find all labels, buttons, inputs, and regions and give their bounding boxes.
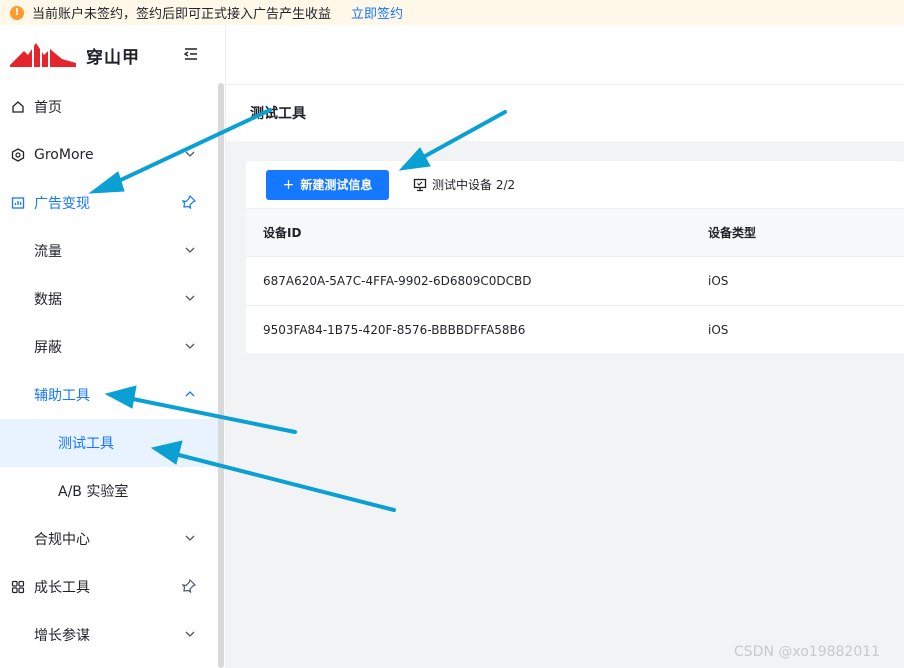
card-toolbar: + 新建测试信息 测试中设备 2/2 [246,161,904,209]
warning-icon: ! [10,5,24,20]
test-device-card: + 新建测试信息 测试中设备 2/2 设备ID 设备类型 687A620A-5A… [246,161,904,355]
device-status-text: 测试中设备 2/2 [432,178,516,192]
button-label: 新建测试信息 [300,178,373,192]
menu-item-gromore[interactable]: GroMore [0,131,218,179]
device-type-cell: iOS [708,274,729,288]
page-title: 测试工具 [226,85,904,141]
chevron-down-icon [185,247,195,253]
chevron-down-icon [185,295,195,301]
home-icon [10,99,26,115]
chevron-down-icon [185,631,195,637]
device-id-cell: 687A620A-5A7C-4FFA-9902-6D6809C0DCBD [263,274,532,288]
table-row: 687A620A-5A7C-4FFA-9902-6D6809C0DCBD iOS [246,257,904,306]
menu-item-test-tools[interactable]: 测试工具 [0,419,218,467]
menu-label: A/B 实验室 [58,484,129,500]
menu-item-ab-lab[interactable]: A/B 实验室 [0,467,218,515]
sign-contract-link[interactable]: 立即签约 [351,3,403,22]
main-content: 测试工具 + 新建测试信息 测试中设备 2/2 设备ID 设备类型 687A62… [226,25,904,668]
notice-text: 当前账户未签约，签约后即可正式接入广告产生收益 [32,7,332,22]
menu-label: 测试工具 [58,436,114,452]
brand-name: 穿山甲 [86,47,140,68]
sidebar: 穿山甲 首页 GroMore 广告变现 流量 数据 屏蔽 辅助工具 测试工具 A… [0,25,226,668]
menu-label: 首页 [34,100,62,116]
pin-icon[interactable] [181,578,197,594]
top-header [226,25,904,85]
menu-label: 数据 [34,292,62,308]
menu-label: 流量 [34,244,62,260]
menu-item-growth-tools[interactable]: 成长工具 [0,563,218,611]
menu-item-growth-advisor[interactable]: 增长参谋 [0,611,218,659]
gromore-icon [10,147,26,163]
chevron-up-icon [185,391,195,397]
menu-item-auxiliary-tools[interactable]: 辅助工具 [0,371,218,419]
new-test-info-button[interactable]: + 新建测试信息 [266,169,389,200]
testing-devices-status[interactable]: 测试中设备 2/2 [413,176,515,193]
menu-item-traffic[interactable]: 流量 [0,227,218,275]
grid-icon [10,579,26,595]
chart-icon [10,195,26,211]
chevron-down-icon [185,535,195,541]
menu-label: 屏蔽 [34,340,62,356]
pin-icon[interactable] [181,194,197,210]
menu-label: 增长参谋 [34,628,90,644]
watermark: CSDN @xo19882011 [734,644,881,660]
menu-item-compliance[interactable]: 合规中心 [0,515,218,563]
device-id-cell: 9503FA84-1B75-420F-8576-BBBBDFFA58B6 [263,323,526,337]
menu-item-ad-monetization[interactable]: 广告变现 [0,179,218,227]
menu-item-home[interactable]: 首页 [0,83,218,131]
menu-label: 合规中心 [34,532,90,548]
sidebar-scrollbar[interactable] [218,83,224,668]
menu-label: 广告变现 [34,196,90,212]
logo-icon [10,43,76,67]
column-header: 设备ID [263,226,302,240]
menu-item-block[interactable]: 屏蔽 [0,323,218,371]
notice-bar: ! 当前账户未签约，签约后即可正式接入广告产生收益 立即签约 [0,0,904,25]
device-table: 设备ID 设备类型 687A620A-5A7C-4FFA-9902-6D6809… [246,209,904,355]
chevron-down-icon [185,151,195,157]
monitor-icon [413,178,427,191]
menu-label: GroMore [34,147,94,163]
plus-icon: + [282,176,295,193]
menu-label: 辅助工具 [34,388,90,404]
menu-item-data[interactable]: 数据 [0,275,218,323]
brand: 穿山甲 [0,25,225,85]
table-row: 9503FA84-1B75-420F-8576-BBBBDFFA58B6 iOS [246,306,904,355]
menu-label: 成长工具 [34,580,90,596]
column-header: 设备类型 [708,226,757,240]
chevron-down-icon [185,343,195,349]
table-header: 设备ID 设备类型 [246,209,904,257]
device-type-cell: iOS [708,323,729,337]
collapse-menu-icon[interactable] [182,45,200,63]
